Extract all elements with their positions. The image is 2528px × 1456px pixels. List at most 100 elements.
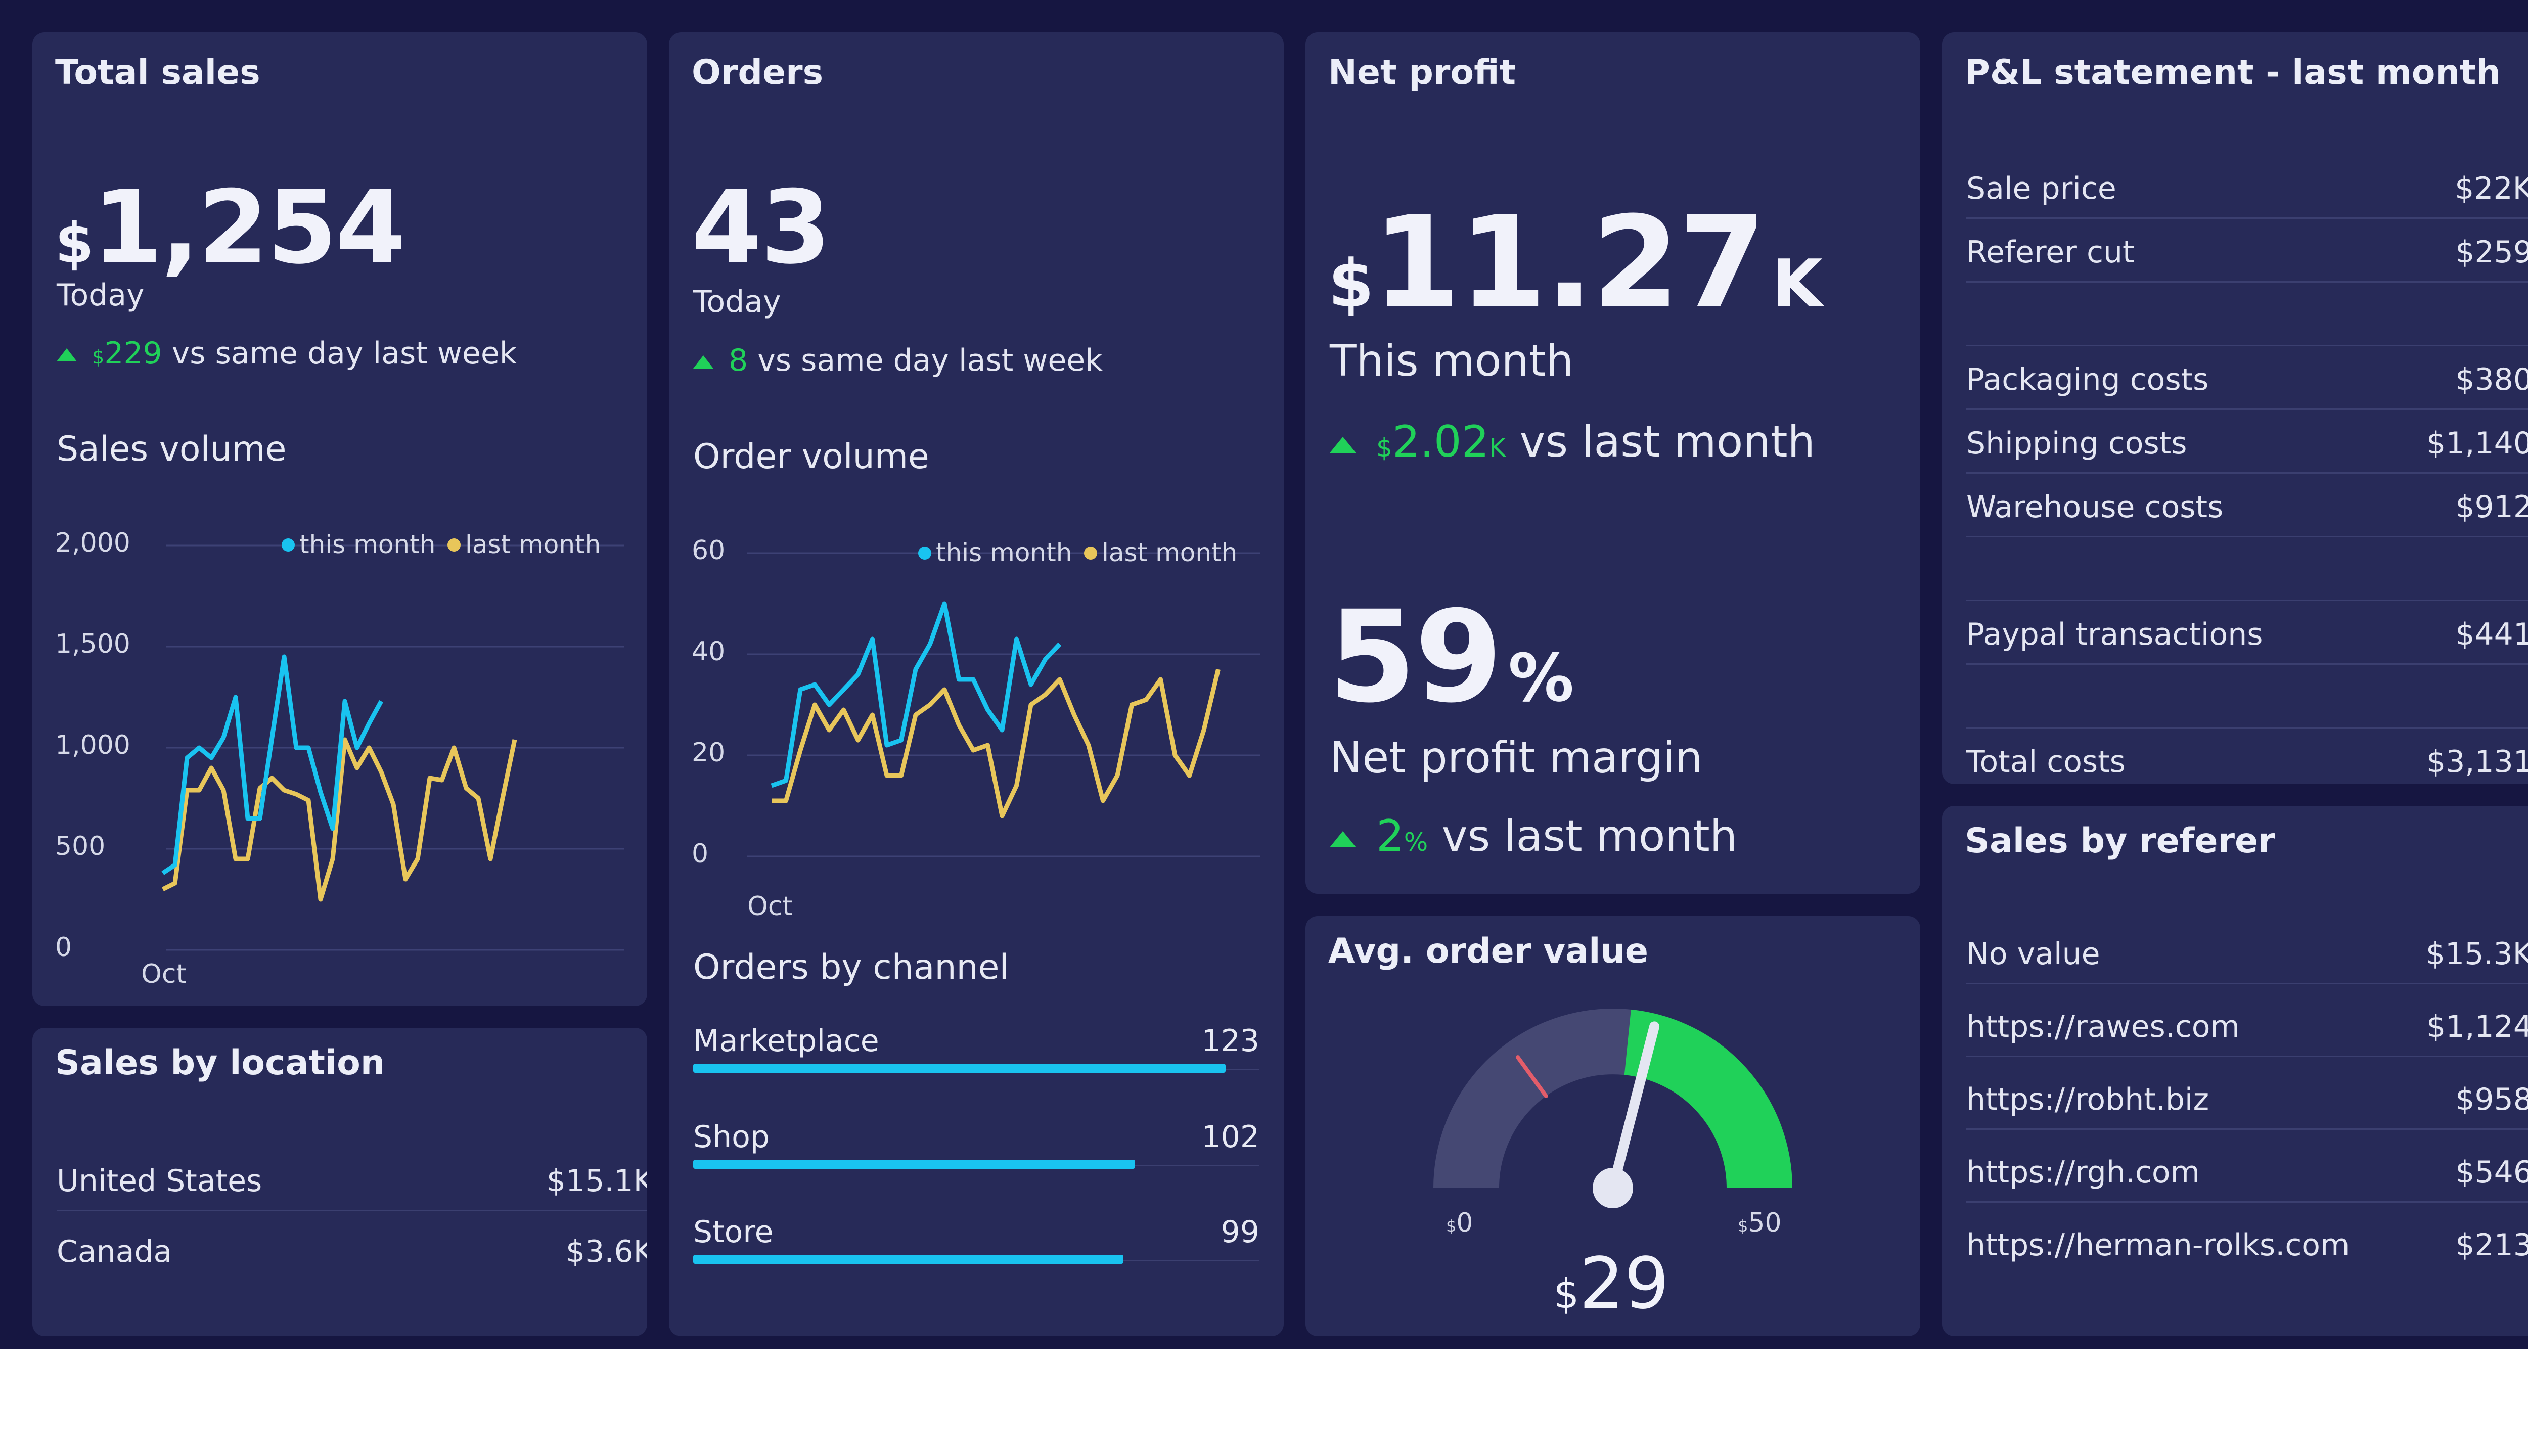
referer-row: https://robht.biz $958 bbox=[1966, 1056, 2528, 1130]
referer-row: No value $15.3K bbox=[1966, 907, 2528, 984]
y-tick-label: 0 bbox=[692, 839, 708, 869]
row-value: $380 bbox=[2455, 362, 2528, 397]
currency-symbol: $ bbox=[1328, 245, 1374, 322]
change-currency: $ bbox=[92, 346, 105, 368]
y-tick-label: 40 bbox=[692, 636, 725, 667]
orders-value: 43 bbox=[692, 169, 831, 287]
change-unit: % bbox=[1404, 828, 1428, 857]
channel-value: 99 bbox=[1221, 1214, 1259, 1250]
sales-by-referer-title: Sales by referer bbox=[1965, 821, 2275, 861]
y-tick-label: 20 bbox=[692, 738, 725, 768]
dashboard: Total sales $1,254 Today $229 vs same da… bbox=[0, 0, 2528, 1349]
pnl-row: Sale price $22K bbox=[1966, 128, 2528, 219]
legend-last-month-dot bbox=[447, 538, 461, 552]
legend-this-month-label: this month bbox=[299, 530, 435, 559]
referer-row: https://herman-rolks.com $213 bbox=[1966, 1201, 2528, 1274]
series-last-month-line bbox=[772, 668, 1221, 818]
change-amount: 8 bbox=[729, 343, 748, 378]
list-item: Canada $3.6K bbox=[57, 1210, 647, 1281]
legend-this-month-dot bbox=[282, 538, 295, 552]
y-tick-label: 0 bbox=[55, 932, 72, 963]
row-label: https://rawes.com bbox=[1966, 1009, 2240, 1044]
net-profit-margin-value: 59% bbox=[1328, 583, 1574, 731]
change-amount: 2.02 bbox=[1392, 417, 1489, 467]
y-tick-label: 1,500 bbox=[55, 629, 130, 659]
change-text: vs same day last week bbox=[757, 343, 1103, 378]
legend-last-month-label: last month bbox=[1102, 538, 1237, 567]
currency-symbol: $ bbox=[55, 211, 94, 276]
row-label: Referer cut bbox=[1966, 235, 2135, 270]
list-item: Marketplace 123 bbox=[693, 1023, 1259, 1104]
location-list: United States $15.1K Canada $3.6K bbox=[57, 1104, 647, 1321]
change-amount: 229 bbox=[104, 336, 162, 371]
pnl-title: P&L statement - last month bbox=[1965, 53, 2501, 93]
row-value: $958 bbox=[2455, 1082, 2528, 1117]
referer-list: No value $15.3K https://rawes.com $1,124 htt… bbox=[1966, 907, 2528, 1322]
orders-panel: Orders 43 Today 8 vs same day last week … bbox=[669, 32, 1284, 1336]
row-value: $15.3K bbox=[2425, 936, 2528, 972]
change-text: vs last month bbox=[1519, 417, 1816, 467]
row-value: $213 bbox=[2455, 1227, 2528, 1263]
orders-period: Today bbox=[693, 284, 781, 320]
total-sales-amount: 1,254 bbox=[92, 169, 407, 287]
change-text: vs same day last week bbox=[171, 336, 517, 371]
location-name: United States bbox=[57, 1163, 262, 1199]
row-label: https://robht.biz bbox=[1966, 1082, 2209, 1117]
sales-by-referer-panel: Sales by referer No value $15.3K https://r… bbox=[1942, 806, 2528, 1336]
y-tick-label: 1,000 bbox=[55, 730, 130, 760]
net-profit-amount: 11.27 bbox=[1372, 189, 1766, 336]
change-amount: 2 bbox=[1376, 811, 1404, 861]
row-label: Packaging costs bbox=[1966, 362, 2209, 397]
channel-bar bbox=[693, 1064, 1226, 1073]
net-profit-value: $11.27 K bbox=[1328, 189, 1823, 336]
channel-bar bbox=[693, 1160, 1135, 1169]
pnl-row bbox=[1966, 536, 2528, 601]
legend-last-month-dot bbox=[1084, 547, 1097, 560]
pnl-row: Warehouse costs $912 bbox=[1966, 472, 2528, 537]
legend-this-month-dot bbox=[918, 547, 931, 560]
series-this-month-line bbox=[161, 654, 383, 875]
pnl-row: Paypal transactions $441 bbox=[1966, 600, 2528, 665]
arrow-up-icon bbox=[693, 355, 713, 369]
list-item: United States $15.1K bbox=[57, 1104, 647, 1211]
pnl-row: Referer cut $259 bbox=[1966, 217, 2528, 283]
location-name: Canada bbox=[57, 1234, 172, 1269]
list-item: Shop 102 bbox=[693, 1119, 1259, 1200]
net-profit-margin-change: 2% vs last month bbox=[1330, 811, 1737, 861]
orders-change: 8 vs same day last week bbox=[693, 343, 1103, 378]
referer-row: https://rawes.com $1,124 bbox=[1966, 983, 2528, 1057]
arrow-up-icon bbox=[1330, 436, 1356, 453]
legend-this-month-label: this month bbox=[936, 538, 1072, 567]
avg-order-value-panel: Avg. order value $0 $50 $29 bbox=[1305, 916, 1920, 1336]
y-tick-label: 2,000 bbox=[55, 528, 130, 558]
row-label: https://rgh.com bbox=[1966, 1155, 2200, 1190]
channel-value: 102 bbox=[1201, 1119, 1259, 1155]
sales-by-location-title: Sales by location bbox=[55, 1043, 385, 1083]
pnl-row: Shipping costs $1,140 bbox=[1966, 408, 2528, 474]
location-value: $15.1K bbox=[546, 1163, 647, 1199]
change-unit: K bbox=[1489, 433, 1506, 463]
row-label: Warehouse costs bbox=[1966, 489, 2224, 525]
avg-order-value: $29 bbox=[1553, 1243, 1669, 1325]
channel-value: 123 bbox=[1201, 1023, 1259, 1059]
net-profit-margin-label: Net profit margin bbox=[1330, 733, 1703, 783]
gauge-hub bbox=[1593, 1168, 1633, 1208]
channel-name: Store bbox=[693, 1214, 774, 1250]
row-label: Sale price bbox=[1966, 171, 2116, 206]
percent-suffix: % bbox=[1508, 640, 1574, 716]
arrow-up-icon bbox=[1330, 831, 1356, 847]
margin-amount: 59 bbox=[1328, 583, 1503, 731]
x-tick-label: Oct bbox=[141, 959, 187, 989]
list-item: Store 99 bbox=[693, 1214, 1259, 1295]
row-value: $1,140 bbox=[2426, 426, 2528, 461]
channel-name: Marketplace bbox=[693, 1023, 879, 1059]
net-profit-period: This month bbox=[1330, 336, 1574, 386]
net-profit-change: $2.02K vs last month bbox=[1330, 417, 1815, 467]
total-sales-period: Today bbox=[57, 278, 145, 313]
row-label: https://herman-rolks.com bbox=[1966, 1227, 2350, 1263]
row-value: $259 bbox=[2455, 235, 2528, 270]
row-label: No value bbox=[1966, 936, 2100, 972]
row-value: $22K bbox=[2455, 171, 2528, 206]
total-sales-change: $229 vs same day last week bbox=[57, 336, 517, 371]
y-tick-label: 60 bbox=[692, 535, 725, 566]
